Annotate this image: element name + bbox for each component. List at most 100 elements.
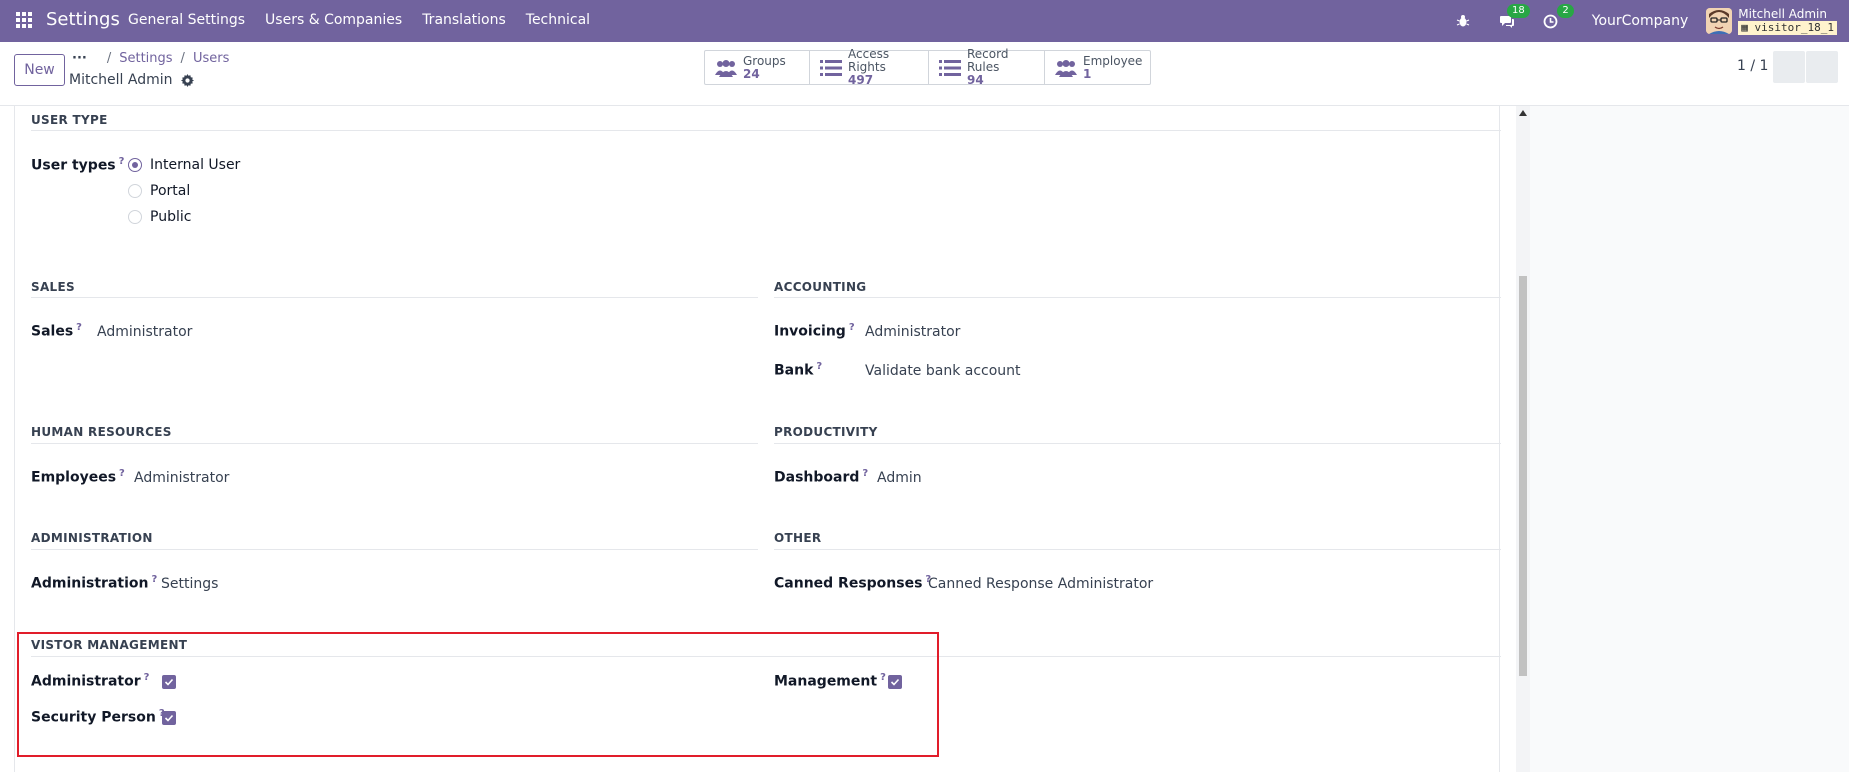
access-rights-stat-button[interactable]: Access Rights 497 xyxy=(810,48,929,87)
app-title[interactable]: Settings xyxy=(46,9,120,30)
company-switcher[interactable]: YourCompany xyxy=(1592,13,1689,29)
chatter-panel xyxy=(1530,106,1849,772)
help-tooltip-icon[interactable]: ? xyxy=(76,322,82,333)
field-label-invoicing: Invoicing? xyxy=(774,322,855,340)
checkbox-visitor-administrator[interactable] xyxy=(162,675,176,689)
radio-button[interactable] xyxy=(128,184,142,198)
field-value-bank[interactable]: Validate bank account xyxy=(865,363,1021,379)
section-divider xyxy=(31,443,758,444)
user-menu[interactable]: Mitchell Admin ▦ visitor_18_1 xyxy=(1738,7,1837,35)
field-value-invoicing[interactable]: Administrator xyxy=(865,324,960,340)
pager-next-button[interactable] xyxy=(1806,51,1838,83)
checkmark-icon xyxy=(164,678,174,686)
breadcrumb-separator: / xyxy=(180,51,185,66)
checkmark-icon xyxy=(890,678,900,686)
help-tooltip-icon[interactable]: ? xyxy=(151,574,157,585)
help-tooltip-icon[interactable]: ? xyxy=(862,468,868,479)
field-label-user-types: User types? xyxy=(31,156,125,174)
field-label-canned-responses: Canned Responses? xyxy=(774,574,932,592)
radio-public[interactable]: Public xyxy=(128,209,191,225)
users-group-icon xyxy=(715,59,737,77)
radio-button-checked[interactable] xyxy=(128,158,142,172)
section-title-administration: ADMINISTRATION xyxy=(31,531,153,545)
breadcrumb-settings[interactable]: Settings xyxy=(119,51,172,66)
messages-chat-icon[interactable]: 18 xyxy=(1496,4,1530,32)
field-label-dashboard: Dashboard? xyxy=(774,468,869,486)
checkbox-security-person[interactable] xyxy=(162,711,176,725)
menu-users-companies[interactable]: Users & Companies xyxy=(265,12,402,28)
top-navbar: Settings General Settings Users & Compan… xyxy=(0,0,1849,42)
radio-internal-user[interactable]: Internal User xyxy=(128,157,240,173)
field-label-management: Management? xyxy=(774,672,886,690)
groups-stat-button[interactable]: Groups 24 xyxy=(705,51,810,84)
gear-icon[interactable] xyxy=(180,73,194,87)
record-rules-stat-button[interactable]: Record Rules 94 xyxy=(929,48,1045,87)
record-name: Mitchell Admin xyxy=(69,72,173,88)
field-label-administration: Administration? xyxy=(31,574,158,592)
pager-value[interactable]: 1 / 1 xyxy=(1737,58,1768,74)
help-tooltip-icon[interactable]: ? xyxy=(816,361,822,372)
user-avatar[interactable] xyxy=(1706,8,1733,34)
section-divider xyxy=(774,297,1501,298)
checkmark-icon xyxy=(164,714,174,722)
menu-technical[interactable]: Technical xyxy=(526,12,590,28)
breadcrumb: ··· / Settings / Users xyxy=(72,51,229,66)
user-name: Mitchell Admin xyxy=(1738,7,1827,21)
database-icon: ▦ xyxy=(1741,21,1755,34)
control-panel: New ··· / Settings / Users Mitchell Admi… xyxy=(0,42,1849,106)
new-button[interactable]: New xyxy=(14,54,65,86)
help-tooltip-icon[interactable]: ? xyxy=(119,156,125,167)
form-sheet: USER TYPE User types? Internal User Port… xyxy=(14,106,1501,772)
breadcrumb-more-icon[interactable]: ··· xyxy=(72,51,87,66)
section-title-other: OTHER xyxy=(774,531,822,545)
section-divider xyxy=(774,549,1501,550)
field-value-dashboard[interactable]: Admin xyxy=(877,470,922,486)
help-tooltip-icon[interactable]: ? xyxy=(119,468,125,479)
employee-stat-button[interactable]: Employee 1 xyxy=(1045,51,1150,84)
section-divider xyxy=(774,443,1501,444)
field-value-administration[interactable]: Settings xyxy=(161,576,218,592)
scroll-thumb[interactable] xyxy=(1519,276,1527,676)
section-title-productivity: PRODUCTIVITY xyxy=(774,425,878,439)
radio-portal[interactable]: Portal xyxy=(128,183,190,199)
list-icon xyxy=(939,59,961,76)
section-title-human-resources: HUMAN RESOURCES xyxy=(31,425,172,439)
debug-bug-icon[interactable] xyxy=(1452,10,1474,32)
users-group-icon xyxy=(1055,59,1077,77)
section-divider xyxy=(31,297,758,298)
list-icon xyxy=(820,59,842,76)
section-title-visitor-management: VISTOR MANAGEMENT xyxy=(31,638,188,652)
section-title-sales: SALES xyxy=(31,280,75,294)
field-label-bank: Bank? xyxy=(774,361,823,379)
section-divider xyxy=(31,130,1501,131)
apps-grid-icon[interactable] xyxy=(16,12,32,28)
field-value-canned-responses[interactable]: Canned Response Administrator xyxy=(928,576,1153,592)
help-tooltip-icon[interactable]: ? xyxy=(880,672,886,683)
menu-translations[interactable]: Translations xyxy=(422,12,506,28)
help-tooltip-icon[interactable]: ? xyxy=(849,322,855,333)
breadcrumb-users[interactable]: Users xyxy=(193,51,229,66)
field-value-employees[interactable]: Administrator xyxy=(134,470,229,486)
field-label-security-person: Security Person? xyxy=(31,708,165,726)
activities-badge: 2 xyxy=(1557,4,1574,18)
section-title-user-type: USER TYPE xyxy=(31,113,108,127)
section-divider xyxy=(31,656,1501,657)
activities-clock-icon[interactable]: 2 xyxy=(1540,4,1574,32)
field-value-sales[interactable]: Administrator xyxy=(97,324,192,340)
section-title-accounting: ACCOUNTING xyxy=(774,280,867,294)
smart-buttons: Groups 24 Access Rights 497 Record Rules 94… xyxy=(704,48,1151,87)
messages-badge: 18 xyxy=(1507,4,1530,18)
main-menu: General Settings Users & Companies Trans… xyxy=(128,12,610,28)
database-name: ▦ visitor_18_1 xyxy=(1738,21,1837,35)
pager-previous-button[interactable] xyxy=(1773,51,1805,83)
help-tooltip-icon[interactable]: ? xyxy=(144,672,150,683)
scroll-up-arrow-icon[interactable] xyxy=(1519,110,1527,116)
vertical-scrollbar[interactable] xyxy=(1516,106,1530,772)
field-label-visitor-administrator: Administrator? xyxy=(31,672,150,690)
menu-general-settings[interactable]: General Settings xyxy=(128,12,245,28)
field-label-sales: Sales? xyxy=(31,322,82,340)
radio-button[interactable] xyxy=(128,210,142,224)
breadcrumb-separator: / xyxy=(106,51,112,66)
checkbox-management[interactable] xyxy=(888,675,902,689)
section-divider xyxy=(31,549,758,550)
